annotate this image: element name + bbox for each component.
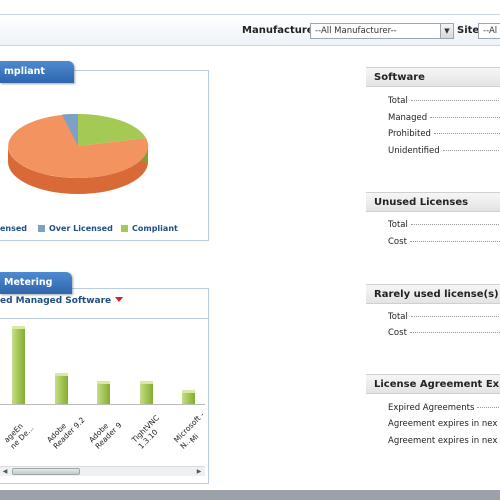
- metering-bar-top: [182, 389, 195, 393]
- compliance-tab-label: mpliant: [4, 66, 45, 77]
- unused-row-cost: Cost: [388, 237, 500, 247]
- caret-down-icon[interactable]: [115, 297, 124, 302]
- metering-bar[interactable]: [12, 326, 25, 404]
- metering-bar[interactable]: [55, 372, 68, 404]
- metering-divider: [0, 318, 209, 319]
- unused-cost-label: Cost: [388, 237, 407, 247]
- agreement-row-expired: Expired Agreements: [388, 403, 500, 413]
- rarely-row-total: Total: [388, 312, 500, 322]
- manufacturer-select-value: --All Manufacturer--: [315, 26, 397, 36]
- unused-total-label: Total: [388, 220, 408, 230]
- rarely-total-label: Total: [388, 312, 408, 322]
- license-agreement-header: License Agreement Expi: [366, 374, 500, 394]
- scroll-right-icon[interactable]: ▶: [195, 468, 203, 475]
- legend-item-compliant: Compliant: [121, 224, 178, 233]
- chevron-down-icon[interactable]: ▼: [440, 24, 453, 38]
- chart-baseline: [0, 404, 205, 405]
- metering-tab[interactable]: Metering: [0, 272, 72, 294]
- metering-bar[interactable]: [140, 380, 153, 404]
- software-header: Software: [366, 67, 500, 87]
- metering-bar-top: [140, 380, 153, 384]
- rarely-used-header: Rarely used license(s): [366, 284, 500, 304]
- compliance-tab[interactable]: mpliant: [0, 61, 74, 83]
- legend-label-under: ensed: [0, 224, 28, 233]
- software-row-prohibited: Prohibited: [388, 129, 500, 139]
- site-label: Site: [457, 25, 480, 36]
- legend-label-over: Over Licensed: [49, 224, 113, 233]
- metering-tab-label: Metering: [4, 277, 53, 288]
- scroll-left-icon[interactable]: ◀: [1, 468, 9, 475]
- rarely-row-cost: Cost: [388, 328, 500, 338]
- metering-dropdown[interactable]: ed Managed Software: [0, 296, 124, 306]
- legend-label-compliant: Compliant: [132, 224, 178, 233]
- agreement-expired-label: Expired Agreements: [388, 403, 475, 413]
- agreement-row-expires-1: Agreement expires in nex: [388, 419, 500, 429]
- metering-bar-top: [97, 380, 110, 384]
- bottom-status-bar: [0, 490, 500, 500]
- software-row-unidentified: Unidentified: [388, 146, 500, 156]
- unused-row-total: Total: [388, 220, 500, 230]
- software-managed-label: Managed: [388, 113, 428, 123]
- metering-bar-top: [55, 372, 68, 376]
- metering-bar-top: [12, 326, 25, 329]
- metering-bar[interactable]: [97, 380, 110, 404]
- agreement-expires-2-label: Agreement expires in nex: [388, 436, 498, 446]
- metering-dropdown-label: ed Managed Software: [0, 296, 112, 306]
- site-select-value: --Al: [483, 26, 498, 36]
- legend-item-under: ensed: [0, 224, 27, 233]
- agreement-expires-1-label: Agreement expires in nex: [388, 419, 498, 429]
- agreement-row-expires-2: Agreement expires in nex: [388, 436, 500, 446]
- scroll-thumb[interactable]: [12, 468, 80, 475]
- compliance-pie-chart: [8, 113, 149, 194]
- chart-scrollbar[interactable]: ◀ ▶: [0, 466, 205, 476]
- manufacturer-label: Manufacturer: [242, 25, 319, 36]
- site-select[interactable]: --Al: [478, 23, 500, 39]
- software-prohibited-label: Prohibited: [388, 129, 431, 139]
- legend-swatch-over: [38, 225, 45, 232]
- software-total-label: Total: [388, 96, 408, 106]
- software-row-total: Total: [388, 96, 500, 106]
- legend-item-over: Over Licensed: [38, 224, 113, 233]
- filter-toolbar: Manufacturer --All Manufacturer-- ▼ Site…: [0, 14, 500, 46]
- manufacturer-select[interactable]: --All Manufacturer-- ▼: [310, 23, 454, 39]
- unused-licenses-header: Unused Licenses: [366, 192, 500, 212]
- software-row-managed: Managed: [388, 113, 500, 123]
- rarely-cost-label: Cost: [388, 328, 407, 338]
- legend-swatch-compliant: [121, 225, 128, 232]
- software-unidentified-label: Unidentified: [388, 146, 440, 156]
